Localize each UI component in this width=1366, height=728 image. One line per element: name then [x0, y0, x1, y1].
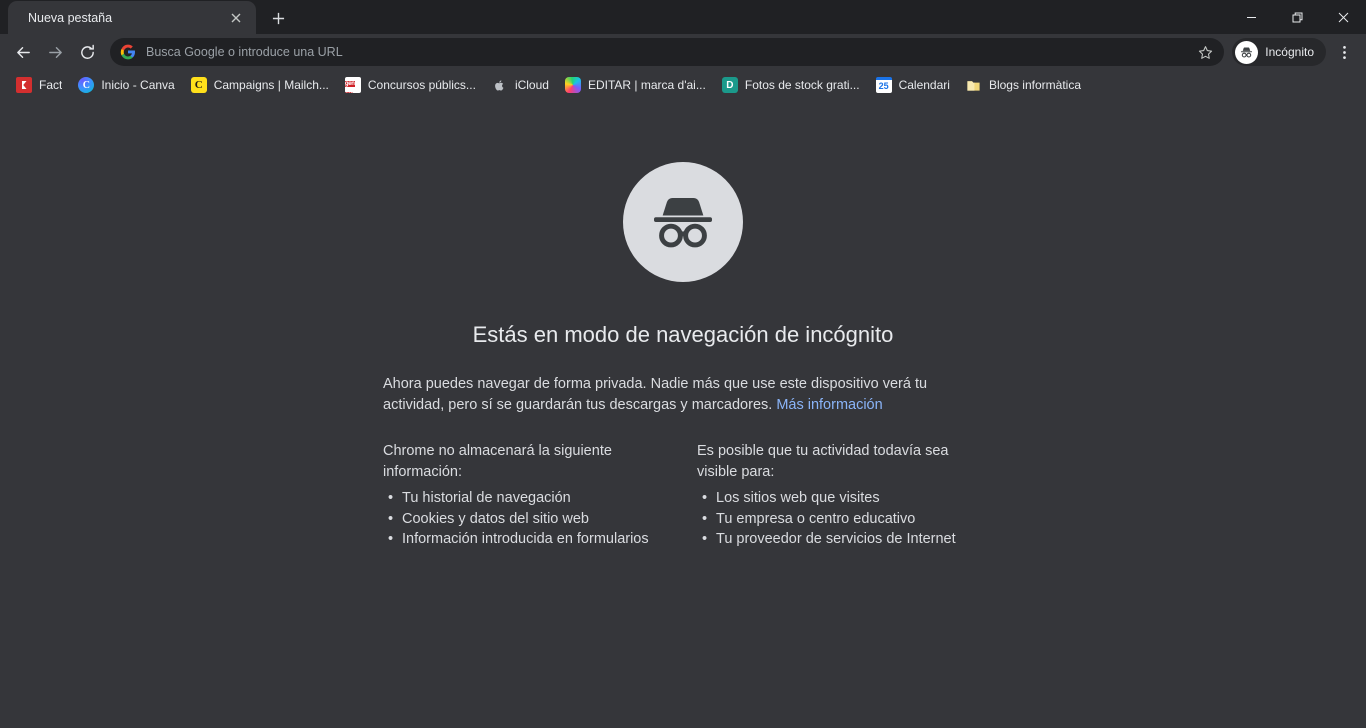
column-heading: Chrome no almacenará la siguiente inform… — [383, 443, 612, 480]
bookmark-label: Fotos de stock grati... — [744, 78, 860, 92]
restore-icon[interactable] — [1274, 0, 1320, 34]
bookmark-label: EDITAR | marca d'ai... — [587, 78, 706, 92]
tab-strip: Nueva pestaña — [0, 0, 1366, 34]
info-columns: Chrome no almacenará la siguiente inform… — [383, 441, 983, 550]
fact-icon — [16, 77, 32, 93]
minimize-icon[interactable] — [1228, 0, 1274, 34]
column-list: Los sitios web que visites Tu empresa o … — [697, 488, 982, 550]
chrome-menu-icon[interactable] — [1330, 38, 1358, 66]
search-input[interactable]: Busca Google o introduce una URL — [146, 45, 1194, 59]
bookmark-calendari[interactable]: 25 Calendari — [868, 73, 958, 97]
gencat-icon-top: gen — [344, 81, 355, 87]
bookmark-icloud[interactable]: iCloud — [484, 73, 557, 97]
bookmarks-bar: Fact C Inicio - Canva C Campaigns | Mail… — [0, 70, 1366, 100]
window-controls — [1228, 0, 1366, 34]
reload-icon[interactable] — [72, 37, 102, 67]
depositphotos-icon: D — [721, 77, 738, 93]
page-body: Ahora puedes navegar de forma privada. N… — [383, 374, 983, 550]
list-item: Cookies y datos del sitio web — [388, 509, 668, 530]
google-g-icon — [120, 44, 136, 60]
google-calendar-icon: 25 — [875, 77, 892, 93]
page-title: Estás en modo de navegación de incógnito — [472, 322, 894, 347]
back-icon[interactable] — [8, 37, 38, 67]
column-still-visible: Es posible que tu actividad todavía sea … — [697, 441, 982, 550]
incognito-label: Incógnito — [1265, 45, 1314, 59]
bookmark-concursos-publics[interactable]: gen cat Concursos públics... — [337, 73, 484, 97]
gencat-icon-bottom: cat — [344, 92, 353, 93]
close-window-icon[interactable] — [1320, 0, 1366, 34]
bookmark-editar-marca[interactable]: EDITAR | marca d'ai... — [557, 73, 714, 97]
bookmark-fact[interactable]: Fact — [8, 73, 70, 97]
bookmark-label: Calendari — [898, 78, 950, 92]
learn-more-link[interactable]: Más información — [776, 397, 882, 413]
rainbow-icon — [564, 77, 581, 93]
bookmark-label: Campaigns | Mailch... — [213, 78, 329, 92]
incognito-indicator[interactable]: Incógnito — [1232, 38, 1326, 66]
gencat-icon: gen cat — [344, 77, 361, 93]
forward-icon[interactable] — [40, 37, 70, 67]
star-icon[interactable] — [1194, 41, 1216, 63]
incognito-hero-icon — [623, 162, 743, 282]
incognito-icon — [1235, 40, 1259, 64]
close-icon[interactable] — [226, 8, 246, 28]
mailchimp-icon: C — [190, 77, 207, 93]
canva-icon: C — [78, 77, 95, 93]
tab-title: Nueva pestaña — [28, 10, 113, 25]
bookmark-blogs-informatica[interactable]: Blogs informàtica — [958, 73, 1089, 97]
bookmark-label: Blogs informàtica — [988, 78, 1081, 92]
browser-toolbar: Busca Google o introduce una URL Incógni… — [0, 34, 1366, 70]
bookmark-label: Fact — [39, 78, 63, 92]
folder-icon — [966, 77, 982, 93]
omnibox[interactable]: Busca Google o introduce una URL — [110, 38, 1225, 66]
bookmark-label: Inicio - Canva — [101, 78, 175, 92]
list-item: Tu historial de navegación — [388, 488, 668, 509]
bookmark-inicio-canva[interactable]: C Inicio - Canva — [70, 73, 182, 97]
bookmark-fotos-stock[interactable]: D Fotos de stock grati... — [714, 73, 868, 97]
list-item: Información introducida en formularios — [388, 529, 668, 550]
column-not-stored: Chrome no almacenará la siguiente inform… — [383, 441, 668, 550]
new-tab-button[interactable] — [264, 4, 292, 32]
apple-icon — [492, 77, 508, 93]
bookmark-label: iCloud — [514, 78, 549, 92]
column-list: Tu historial de navegación Cookies y dat… — [383, 488, 668, 550]
column-heading: Es posible que tu actividad todavía sea … — [697, 443, 949, 480]
new-tab-page: Estás en modo de navegación de incógnito… — [0, 100, 1366, 728]
list-item: Tu empresa o centro educativo — [702, 509, 982, 530]
tab-nueva-pestana[interactable]: Nueva pestaña — [8, 1, 256, 34]
list-item: Tu proveedor de servicios de Internet — [702, 529, 982, 550]
list-item: Los sitios web que visites — [702, 488, 982, 509]
bookmark-label: Concursos públics... — [367, 78, 476, 92]
bookmark-campaigns-mailchimp[interactable]: C Campaigns | Mailch... — [183, 73, 337, 97]
page-subtitle: Ahora puedes navegar de forma privada. N… — [383, 374, 983, 415]
